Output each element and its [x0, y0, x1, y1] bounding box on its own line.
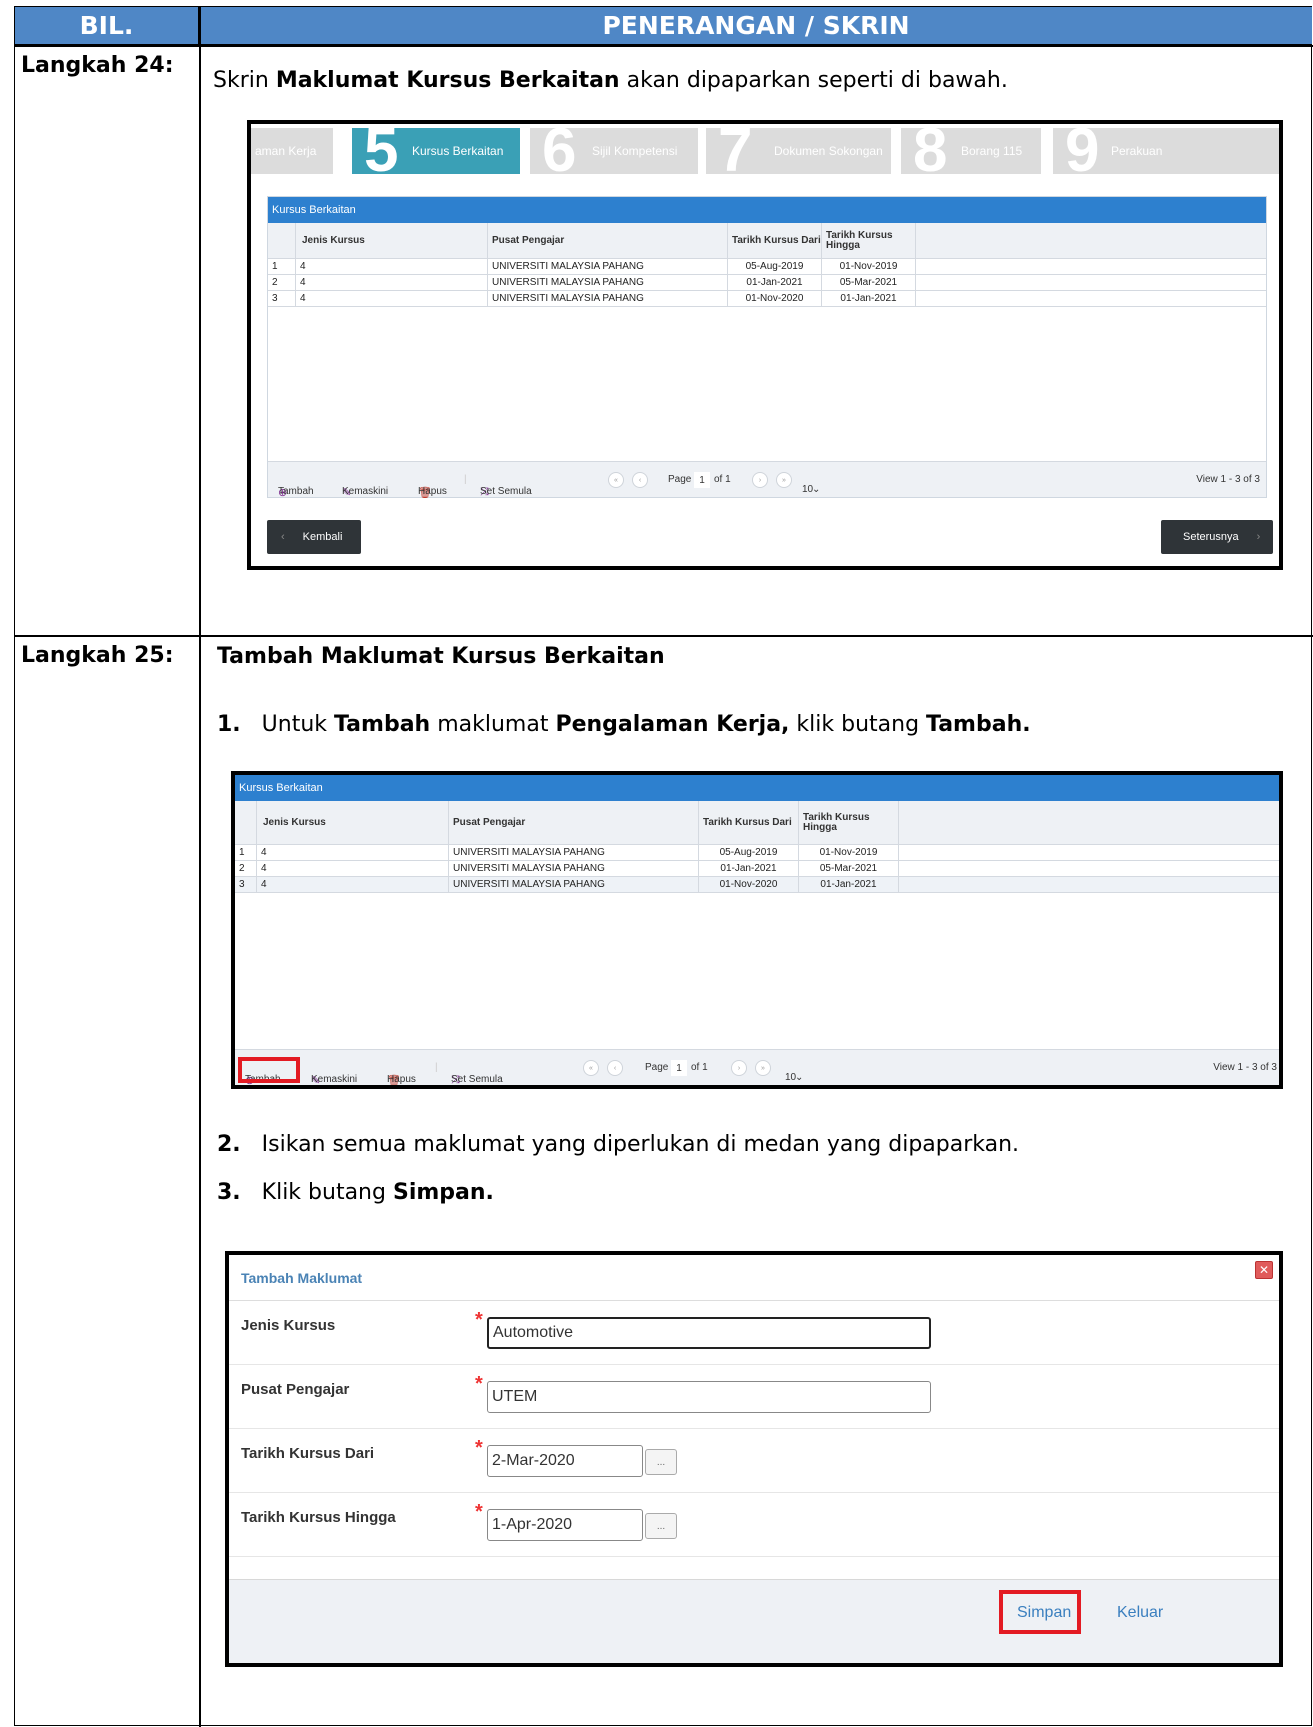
table-row[interactable]: 3 4 UNIVERSITI MALAYSIA PAHANG 01-Nov-20… — [268, 291, 1266, 307]
grid-title: Kursus Berkaitan — [235, 775, 1279, 801]
required-marker: * — [475, 1437, 483, 1459]
seterusnya-button[interactable]: Seterusnya › — [1161, 520, 1273, 554]
step-25-item-1: 1. Untuk Tambah maklumat Pengalaman Kerj… — [217, 712, 1031, 737]
label-tarikh-hingga: Tarikh Kursus Hingga — [241, 1509, 396, 1526]
grid-pager: ⊕ Tambah ✎ Kemaskini 🗑 Hapus | ⤨ Set Semula … — [235, 1049, 1279, 1085]
grid-pager: ⊕ Tambah ✎ Kemaskini 🗑 Hapus | ⤨ Set Semula … — [268, 461, 1266, 499]
highlight-simpan — [999, 1590, 1081, 1634]
page-input[interactable]: 1 — [671, 1060, 687, 1076]
required-marker: * — [475, 1501, 483, 1523]
screenshot-tambah-highlight: Kursus Berkaitan Jenis Kursus Pusat Peng… — [231, 771, 1283, 1089]
rows-per-page-select[interactable]: 10 ⌄ — [781, 1060, 825, 1083]
table-row[interactable]: 1 4 UNIVERSITI MALAYSIA PAHANG 05-Aug-20… — [268, 259, 1266, 275]
col-pusat-pengajar[interactable]: Pusat Pengajar — [449, 801, 699, 845]
required-marker: * — [475, 1373, 483, 1395]
kursus-grid: Kursus Berkaitan Jenis Kursus Pusat Peng… — [235, 775, 1279, 1085]
last-page-icon[interactable]: » — [776, 472, 792, 488]
column-divider — [199, 7, 201, 1727]
divider: | — [464, 474, 467, 485]
header-bil: BIL. — [15, 7, 199, 45]
col-tarikh-dari[interactable]: Tarikh Kursus Dari — [699, 801, 799, 845]
field-row-jenis-kursus: Jenis Kursus * Automotive — [229, 1301, 1279, 1365]
label-jenis-kursus: Jenis Kursus — [241, 1317, 336, 1334]
step-24-text: Skrin Maklumat Kursus Berkaitan akan dip… — [213, 68, 1008, 93]
col-tarikh-hingga[interactable]: Tarikh Kursus Hingga — [822, 223, 916, 259]
step-25-label: Langkah 25: — [21, 643, 174, 668]
wizard-step-6[interactable]: 6 Sijil Kompetensi — [530, 124, 698, 182]
last-page-icon[interactable]: » — [755, 1060, 771, 1076]
kembali-button[interactable]: ‹ Kembali — [267, 520, 361, 554]
kursus-grid: Kursus Berkaitan Jenis Kursus Pusat Peng… — [267, 196, 1267, 499]
dialog-tambah-maklumat: Tambah Maklumat ✕ Jenis Kursus * Automot… — [225, 1251, 1283, 1667]
calendar-button[interactable]: ... — [645, 1449, 677, 1475]
wizard-step-9[interactable]: 9 Perakuan — [1053, 124, 1279, 182]
first-page-icon[interactable]: « — [608, 472, 624, 488]
first-page-icon[interactable]: « — [583, 1060, 599, 1076]
input-jenis-kursus[interactable]: Automotive — [487, 1317, 931, 1349]
grid-header: Jenis Kursus Pusat Pengajar Tarikh Kursu… — [268, 223, 1266, 259]
next-page-icon[interactable]: › — [731, 1060, 747, 1076]
chevron-down-icon: ⌄ — [795, 1072, 804, 1083]
step-24-label: Langkah 24: — [21, 53, 174, 78]
step-25-item-2: 2. Isikan semua maklumat yang diperlukan… — [217, 1132, 1020, 1157]
prev-page-icon[interactable]: ‹ — [632, 472, 648, 488]
label-tarikh-dari: Tarikh Kursus Dari — [241, 1445, 375, 1462]
chevron-right-icon: › — [1256, 531, 1261, 543]
highlight-tambah — [238, 1057, 300, 1083]
step-25-item-3: 3. Klik butang Simpan. — [217, 1180, 494, 1205]
document-table: BIL. PENERANGAN / SKRIN Langkah 24: Skri… — [14, 6, 1313, 1727]
table-row[interactable]: 2 4 UNIVERSITI MALAYSIA PAHANG 01-Jan-20… — [235, 861, 1279, 877]
field-row-tarikh-dari: Tarikh Kursus Dari * 2-Mar-2020 ... — [229, 1429, 1279, 1493]
field-row-pusat-pengajar: Pusat Pengajar * UTEM — [229, 1365, 1279, 1429]
of-pages: of 1 — [691, 1062, 708, 1073]
grid-title: Kursus Berkaitan — [268, 197, 1266, 223]
keluar-button[interactable]: Keluar — [1117, 1604, 1163, 1622]
input-tarikh-dari[interactable]: 2-Mar-2020 — [487, 1445, 643, 1477]
page-label: Page — [668, 474, 692, 485]
table-row[interactable]: 1 4 UNIVERSITI MALAYSIA PAHANG 05-Aug-20… — [235, 845, 1279, 861]
close-icon[interactable]: ✕ — [1255, 1261, 1273, 1279]
input-tarikh-hingga[interactable]: 1-Apr-2020 — [487, 1509, 643, 1541]
table-row[interactable]: 3 4 UNIVERSITI MALAYSIA PAHANG 01-Nov-20… — [235, 877, 1279, 893]
view-count: View 1 - 3 of 3 — [1196, 474, 1260, 485]
of-pages: of 1 — [714, 474, 731, 485]
row-divider — [15, 45, 1313, 47]
prev-page-icon[interactable]: ‹ — [607, 1060, 623, 1076]
input-pusat-pengajar[interactable]: UTEM — [487, 1381, 931, 1413]
row-divider — [15, 635, 1313, 637]
wizard-step-7[interactable]: 7 Dokumen Sokongan — [706, 124, 891, 182]
field-row-tarikh-hingga: Tarikh Kursus Hingga * 1-Apr-2020 ... — [229, 1493, 1279, 1557]
calendar-button[interactable]: ... — [645, 1513, 677, 1539]
view-count: View 1 - 3 of 3 — [1213, 1062, 1277, 1073]
grid-header: Jenis Kursus Pusat Pengajar Tarikh Kursu… — [235, 801, 1279, 845]
wizard-step-8[interactable]: 8 Borang 115 — [901, 124, 1041, 182]
next-page-icon[interactable]: › — [752, 472, 768, 488]
chevron-down-icon: ⌄ — [812, 484, 821, 495]
screenshot-kursus-list: aman Kerja 5 Kursus Berkaitan 6 Sijil Ko… — [247, 120, 1283, 570]
step-25-heading: Tambah Maklumat Kursus Berkaitan — [217, 644, 665, 669]
table-row[interactable]: 2 4 UNIVERSITI MALAYSIA PAHANG 01-Jan-20… — [268, 275, 1266, 291]
col-jenis-kursus[interactable]: Jenis Kursus — [296, 223, 488, 259]
col-tarikh-dari[interactable]: Tarikh Kursus Dari — [728, 223, 822, 259]
wizard-steps: aman Kerja 5 Kursus Berkaitan 6 Sijil Ko… — [251, 124, 1279, 182]
dialog-footer: Simpan Keluar — [229, 1579, 1279, 1663]
dialog-title: Tambah Maklumat — [229, 1255, 1279, 1301]
label-pusat-pengajar: Pusat Pengajar — [241, 1381, 350, 1398]
col-tarikh-hingga[interactable]: Tarikh Kursus Hingga — [799, 801, 899, 845]
required-marker: * — [475, 1309, 483, 1331]
page-input[interactable]: 1 — [694, 472, 710, 488]
divider: | — [435, 1062, 438, 1073]
chevron-left-icon: ‹ — [281, 531, 285, 543]
col-pusat-pengajar[interactable]: Pusat Pengajar — [488, 223, 728, 259]
page-label: Page — [645, 1062, 669, 1073]
col-jenis-kursus[interactable]: Jenis Kursus — [257, 801, 449, 845]
wizard-step-5[interactable]: 5 Kursus Berkaitan — [352, 124, 520, 182]
rows-per-page-select[interactable]: 10 ⌄ — [798, 472, 842, 495]
wizard-step-4[interactable]: aman Kerja — [251, 128, 333, 174]
header-penerangan: PENERANGAN / SKRIN — [200, 7, 1312, 45]
